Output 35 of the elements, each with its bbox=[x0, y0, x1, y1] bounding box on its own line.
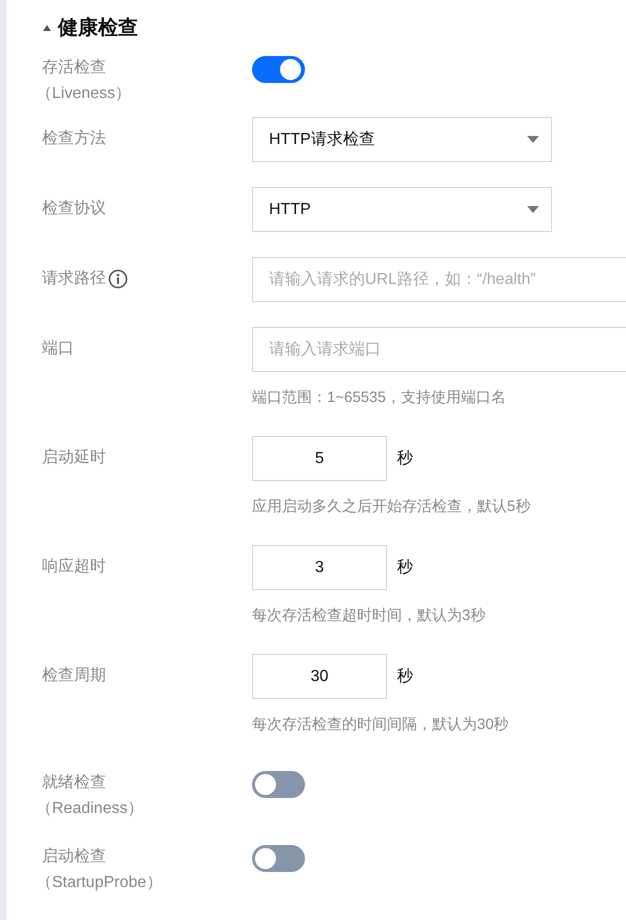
help-text: 应用启动多久之后开始存活检查，默认5秒 bbox=[252, 497, 530, 517]
section-title: 健康检查 bbox=[58, 16, 138, 41]
collapse-toggle-icon[interactable] bbox=[42, 24, 52, 32]
help-text: 每次存活检查的时间间隔，默认为30秒 bbox=[252, 715, 509, 735]
field-label: （StartupProbe） bbox=[36, 873, 164, 893]
toggle-switch[interactable] bbox=[252, 845, 305, 872]
toggle-switch[interactable] bbox=[252, 56, 305, 83]
help-text: 每次存活检查超时时间，默认为3秒 bbox=[252, 606, 486, 626]
input-field[interactable]: 请输入请求端口 bbox=[252, 327, 626, 372]
input-field[interactable]: 请输入请求的URL路径，如：“/health” bbox=[252, 257, 626, 302]
unit-label: 秒 bbox=[397, 448, 413, 468]
field-label: 响应超时 bbox=[42, 556, 106, 577]
field-label: 就绪检查 bbox=[42, 772, 107, 793]
field-label: 存活检查 bbox=[42, 58, 107, 78]
dropdown-select[interactable]: HTTP bbox=[252, 187, 552, 232]
unit-label: 秒 bbox=[397, 558, 413, 578]
field-label: 启动延时 bbox=[42, 448, 106, 468]
number-field[interactable]: 3 bbox=[252, 545, 387, 590]
field-label: 检查方法 bbox=[42, 128, 106, 149]
unit-label: 秒 bbox=[397, 666, 413, 686]
number-field[interactable]: 30 bbox=[252, 654, 387, 699]
dropdown-select[interactable]: HTTP请求检查 bbox=[252, 117, 552, 162]
field-label: （Liveness） bbox=[36, 84, 132, 104]
caret-icon bbox=[527, 206, 539, 213]
help-text: 端口范围：1~65535，支持使用端口名 bbox=[252, 388, 507, 408]
toggle-switch[interactable] bbox=[252, 771, 305, 798]
info-icon[interactable] bbox=[108, 269, 128, 289]
number-field[interactable]: 5 bbox=[252, 436, 387, 481]
field-label: 端口 bbox=[42, 338, 74, 359]
field-label: 启动检查 bbox=[42, 846, 107, 867]
caret-icon bbox=[527, 136, 539, 143]
field-label: 检查周期 bbox=[42, 666, 106, 686]
field-label: 检查协议 bbox=[42, 198, 106, 219]
field-label: （Readiness） bbox=[36, 799, 145, 819]
field-label: 请求路径 bbox=[42, 268, 106, 289]
